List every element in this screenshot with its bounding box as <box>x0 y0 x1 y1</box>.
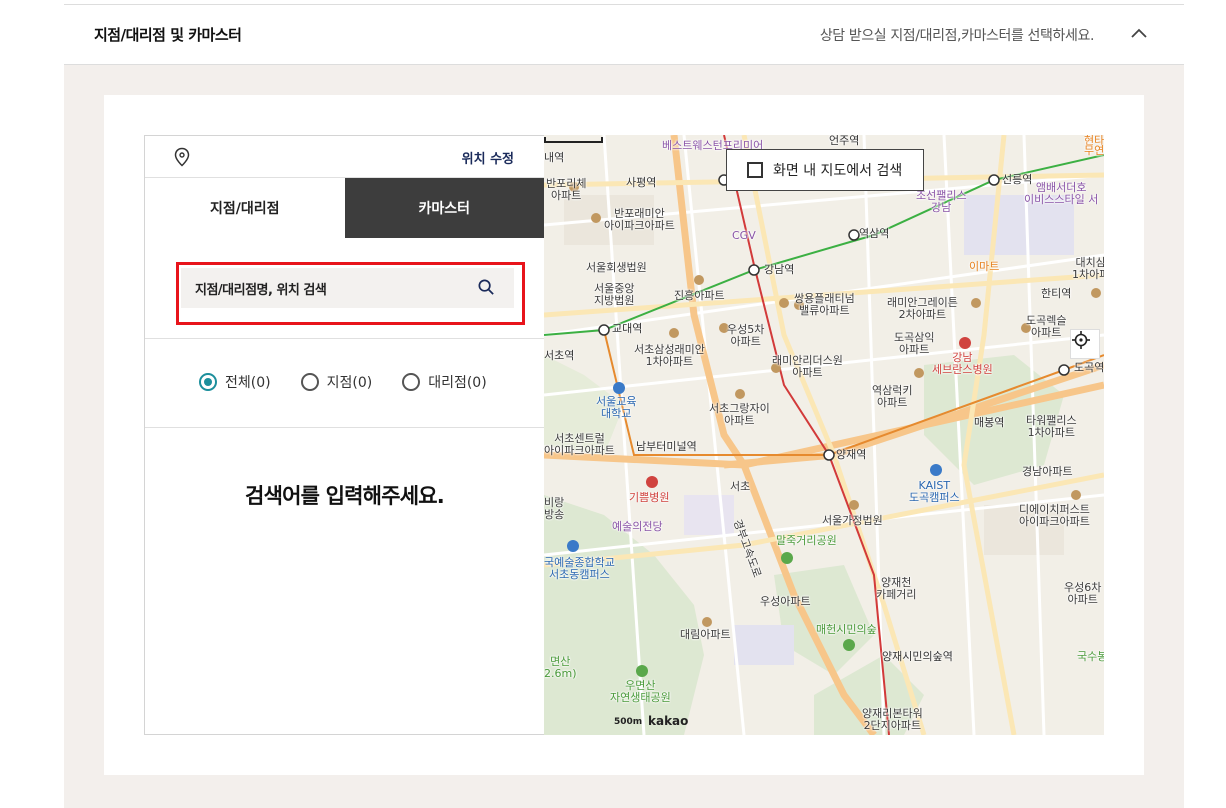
map-label: 서초역 <box>544 349 575 362</box>
map-view[interactable]: 베스트웨스턴프리미어 언주역 현타 무연 내역 반포리체 아파트 사평역 조선팰… <box>544 135 1104 735</box>
filter-branch-radio[interactable]: 지점(0) <box>300 372 373 392</box>
map-label: 우면산 자연생태공원 <box>610 679 671 704</box>
search-panel: 위치 수정 지점/대리점 카마스터 지점/대리점명, 위치 검색 전체(0) 지… <box>144 135 544 735</box>
map-label: 양재시민의숲역 <box>882 650 953 663</box>
map-label: 기쁨병원 <box>629 491 670 504</box>
map-label: 조선팰리스 강남 <box>916 189 967 214</box>
checkbox-unchecked-icon <box>747 162 763 178</box>
map-label: 한티역 <box>1041 287 1072 300</box>
map-provider-logo: kakao <box>648 714 689 728</box>
map-label: 이마트 <box>969 260 1000 273</box>
filter-branch-label: 지점(0) <box>326 375 373 391</box>
map-label: 사평역 <box>626 176 657 189</box>
map-label: 교대역 <box>612 322 643 335</box>
filter-all-radio[interactable]: 전체(0) <box>199 372 271 392</box>
map-label: 반포래미안 아이파크아파트 <box>604 207 675 232</box>
in-map-search-checkbox[interactable]: 화면 내 지도에서 검색 <box>726 149 924 191</box>
map-label: 역삼럭키 아파트 <box>872 384 913 409</box>
map-label: 도곡역 <box>1074 361 1104 374</box>
map-label: KAIST 도곡캠퍼스 <box>909 479 960 504</box>
map-label: 서울가정법원 <box>822 514 883 527</box>
map-label: 양재역 <box>836 448 867 461</box>
map-label: 언주역 <box>829 135 860 147</box>
map-label: 서울회생법원 <box>586 261 647 274</box>
map-label: 진흥아파트 <box>674 289 725 302</box>
map-label: 서초그랑자이 아파트 <box>709 402 770 427</box>
map-label: 대림아파트 <box>680 628 731 641</box>
map-label: 국예술종합학교 서초동캠퍼스 <box>544 556 615 581</box>
map-label: 서초센트럴 아이파크아파트 <box>544 432 615 457</box>
map-label: 강남역 <box>764 263 795 276</box>
map-label: 도곡렉슬 아파트 <box>1026 314 1067 339</box>
map-label: CGV <box>732 229 756 242</box>
map-label: 서울교육 대학교 <box>596 395 637 420</box>
location-pin-icon <box>174 147 190 167</box>
filter-all-label: 전체(0) <box>225 375 271 391</box>
tab-bar: 지점/대리점 카마스터 <box>145 178 544 238</box>
filter-dealer-radio[interactable]: 대리점(0) <box>402 372 487 392</box>
map-label: 서초삼성래미안 1차아파트 <box>634 343 705 368</box>
map-label: 역삼역 <box>859 227 890 240</box>
map-label: 래미안리더스원 아파트 <box>772 354 843 379</box>
map-label: 서초 <box>730 480 751 493</box>
radio-checked-icon <box>199 373 217 391</box>
map-label: 매봉역 <box>974 416 1005 429</box>
map-label: 예술의전당 <box>612 520 663 533</box>
map-label: 우성5차 아파트 <box>727 323 765 348</box>
radio-unchecked-icon <box>402 373 421 391</box>
divider <box>145 427 544 428</box>
map-label: 남부터미널역 <box>636 440 697 453</box>
map-label: 경남아파트 <box>1022 465 1073 478</box>
section-title: 지점/대리점 및 카마스터 <box>94 26 242 44</box>
map-label: 우성6차 아파트 <box>1064 581 1102 606</box>
filter-radio-group: 전체(0) 지점(0) 대리점(0) <box>199 372 487 392</box>
section-header[interactable]: 지점/대리점 및 카마스터 상담 받으실 지점/대리점,카마스터를 선택하세요. <box>64 4 1184 65</box>
map-label: 우성아파트 <box>760 595 811 608</box>
map-label: 도곡삼익 아파트 <box>894 331 935 356</box>
radio-unchecked-icon <box>300 373 319 391</box>
map-label: 면산 2.6m) <box>544 655 577 680</box>
scale-label: 500m <box>614 717 643 727</box>
tab-car-master[interactable]: 카마스터 <box>344 178 544 238</box>
map-label: 디에이치퍼스트 아이파크아파트 <box>1019 503 1090 528</box>
map-label: 서울중앙 지방법원 <box>594 282 635 307</box>
crosshair-icon <box>1072 331 1090 349</box>
tab-branch-dealer[interactable]: 지점/대리점 <box>145 178 345 238</box>
filter-dealer-label: 대리점(0) <box>428 375 487 391</box>
map-label: 말죽거리공원 <box>776 534 837 547</box>
map-label: 내역 <box>544 151 565 164</box>
section-description: 상담 받으실 지점/대리점,카마스터를 선택하세요. <box>819 28 1095 44</box>
map-label: 양재리본타워 2단지아파트 <box>862 707 923 732</box>
map-label: 반포리체 아파트 <box>546 177 587 202</box>
search-icon[interactable] <box>477 278 496 297</box>
map-label: 래미안그레이튼 2차아파트 <box>887 296 958 321</box>
search-placeholder: 지점/대리점명, 위치 검색 <box>195 283 327 298</box>
map-label: 앰배서더호 이비스스타일 서 <box>1024 181 1099 206</box>
map-label: 국수봉 <box>1077 650 1104 663</box>
current-location-button[interactable] <box>1070 329 1100 359</box>
scale-bar-icon <box>544 137 603 143</box>
search-input[interactable]: 지점/대리점명, 위치 검색 <box>181 268 514 308</box>
map-label: 비랑 방송 <box>544 496 565 521</box>
divider <box>145 338 544 339</box>
location-row: 위치 수정 <box>145 136 544 178</box>
map-label: 타워팰리스 1차아파트 <box>1026 414 1077 439</box>
map-label: 양재천 카페거리 <box>876 576 917 601</box>
location-edit-link[interactable]: 위치 수정 <box>462 148 514 167</box>
map-label: 강남 세브란스병원 <box>932 351 993 376</box>
empty-result-message: 검색어를 입력해주세요. <box>245 484 445 508</box>
chevron-up-icon[interactable] <box>1130 25 1148 43</box>
map-label: 매헌시민의숲 <box>816 623 877 636</box>
map-block <box>684 495 734 535</box>
map-label: 무연 <box>1084 144 1104 157</box>
in-map-search-label: 화면 내 지도에서 검색 <box>773 163 903 179</box>
map-label: 대치삼 1차아파 <box>1072 256 1104 281</box>
map-label: 쌍용플래티넘 밸류아파트 <box>794 292 855 317</box>
map-block <box>734 625 794 665</box>
